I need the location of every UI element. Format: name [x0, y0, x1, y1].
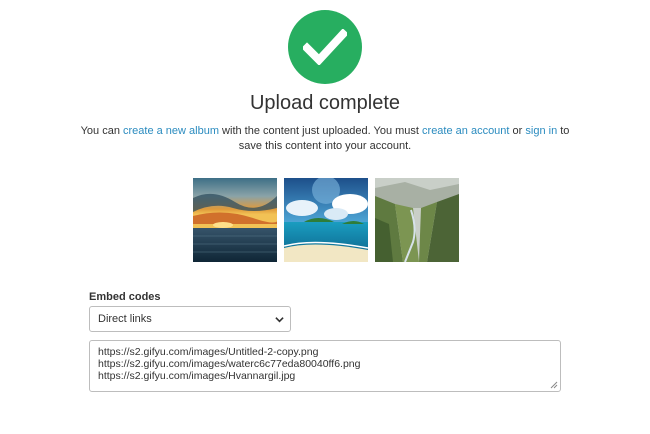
message-text: or	[509, 125, 526, 137]
embed-codes-label: Embed codes	[89, 291, 161, 303]
image-thumbnail-beach[interactable]	[284, 178, 368, 262]
embed-type-select[interactable]: Direct links	[89, 306, 291, 332]
image-thumbnail-sunset[interactable]	[193, 178, 277, 262]
upload-message: You can create a new album with the cont…	[80, 124, 570, 154]
create-account-link[interactable]: create an account	[422, 125, 509, 137]
message-text: You can	[80, 125, 123, 137]
resize-handle-icon[interactable]	[550, 381, 558, 389]
checkmark-icon	[303, 29, 347, 65]
chevron-down-icon	[275, 317, 284, 323]
upload-success-icon	[288, 10, 362, 84]
message-text: with the content just uploaded. You must	[219, 125, 423, 137]
page-title: Upload complete	[249, 92, 401, 114]
embed-code-line: https://s2.gifyu.com/images/Hvannargil.j…	[98, 370, 296, 382]
embed-code-line: https://s2.gifyu.com/images/Untitled-2-c…	[98, 346, 319, 358]
embed-code-line: https://s2.gifyu.com/images/waterc6c77ed…	[98, 358, 361, 370]
embed-codes-textarea[interactable]: https://s2.gifyu.com/images/Untitled-2-c…	[89, 340, 561, 392]
image-thumbnail-valley[interactable]	[375, 178, 459, 262]
sign-in-link[interactable]: sign in	[525, 125, 557, 137]
uploaded-images	[193, 178, 459, 262]
embed-type-selected: Direct links	[98, 313, 152, 325]
create-album-link[interactable]: create a new album	[123, 125, 219, 137]
